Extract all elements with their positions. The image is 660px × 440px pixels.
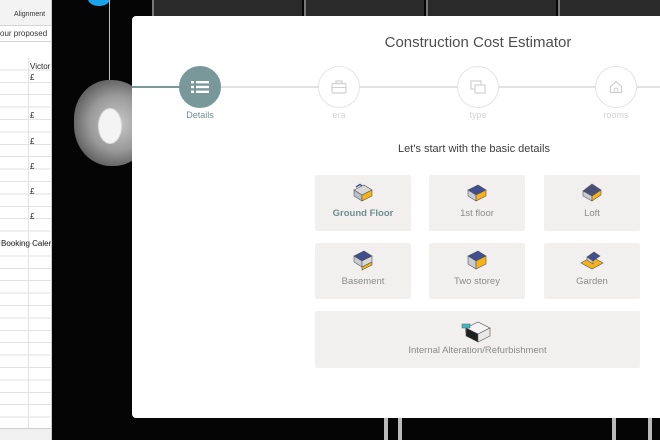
house-icon	[609, 80, 623, 94]
option-first-floor[interactable]: 1st floor	[429, 175, 525, 231]
ribbon-alignment-label: Alignment	[0, 0, 51, 26]
loft-icon	[582, 183, 602, 202]
refurbishment-icon	[461, 321, 491, 343]
estimator-title: Construction Cost Estimator	[384, 34, 572, 51]
step-rooms[interactable]	[595, 66, 637, 108]
option-two-storey[interactable]: Two storey	[429, 243, 525, 299]
furniture-leg	[384, 418, 388, 440]
step-label-details: Details	[186, 110, 214, 120]
two-storey-icon	[467, 250, 487, 270]
lamp-cap	[88, 0, 110, 6]
column-header-cell: Victor	[30, 62, 51, 71]
option-internal-alteration[interactable]: Internal Alteration/Refurbishment	[315, 311, 640, 368]
ground-floor-icon	[353, 183, 373, 202]
option-label: Basement	[341, 276, 385, 287]
furniture-leg	[612, 418, 616, 440]
option-label: Two storey	[454, 276, 500, 287]
estimator-content: Construction Cost Estimator Details era	[132, 16, 660, 418]
option-label: 1st floor	[460, 208, 494, 219]
currency-cell: £	[30, 73, 35, 82]
option-loft[interactable]: Loft	[544, 175, 640, 231]
estimator-modal: Construction Cost Estimator Details era	[132, 16, 660, 418]
lamp-bulb	[98, 108, 122, 144]
option-label: Ground Floor	[332, 208, 394, 219]
spreadsheet-footer	[0, 428, 51, 440]
option-label: Garden	[576, 276, 608, 287]
garden-icon	[580, 251, 604, 270]
option-label: Internal Alteration/Refurbishment	[408, 345, 547, 356]
step-subtitle: Let's start with the basic details	[398, 143, 550, 155]
sheet-label-cell: Booking Caler	[1, 239, 52, 248]
currency-cell: £	[30, 111, 35, 120]
furniture-leg	[398, 418, 402, 440]
step-details[interactable]	[179, 66, 221, 108]
step-label-rooms: rooms	[603, 110, 629, 120]
currency-cell: £	[30, 212, 35, 221]
option-ground-floor[interactable]: Ground Floor	[315, 175, 411, 231]
background-spreadsheet: Alignment our proposed Victor £ £ £ £ £ …	[0, 0, 52, 440]
option-garden[interactable]: Garden	[544, 243, 640, 299]
option-label: Loft	[584, 208, 600, 219]
furniture-leg	[648, 418, 652, 440]
step-type[interactable]	[457, 66, 499, 108]
currency-cell: £	[30, 162, 35, 171]
currency-cell: £	[30, 187, 35, 196]
currency-cell: £	[30, 137, 35, 146]
step-label-type: type	[469, 110, 487, 120]
formula-bar-text: our proposed	[0, 26, 51, 42]
briefcase-icon	[331, 80, 347, 94]
first-floor-icon	[467, 184, 487, 202]
stack-icon	[470, 80, 486, 94]
list-icon	[191, 81, 209, 93]
progress-track-completed	[132, 86, 180, 88]
basement-icon	[353, 250, 373, 271]
step-era[interactable]	[318, 66, 360, 108]
option-basement[interactable]: Basement	[315, 243, 411, 299]
step-label-era: era	[332, 110, 346, 120]
